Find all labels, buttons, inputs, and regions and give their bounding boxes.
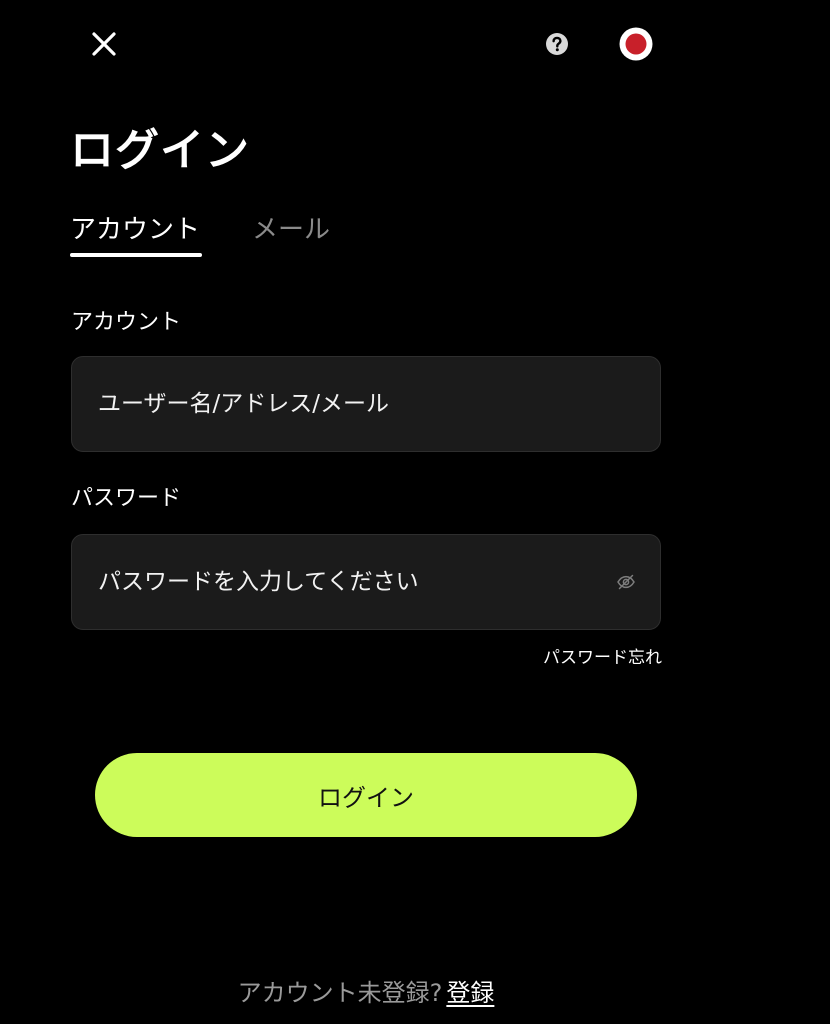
register-prompt-text: アカウント未登録?	[237, 979, 443, 1007]
login-button[interactable]: ログイン	[95, 753, 637, 837]
password-input[interactable]	[98, 535, 598, 629]
close-icon[interactable]	[86, 26, 122, 62]
register-link[interactable]: 登録	[446, 979, 494, 1007]
account-label: アカウント	[71, 310, 182, 335]
page-title: ログイン	[70, 125, 250, 176]
active-tab-indicator	[70, 253, 202, 257]
japan-flag-icon[interactable]	[619, 27, 653, 61]
password-input-container[interactable]	[71, 534, 661, 630]
password-label: パスワード	[71, 486, 182, 511]
tab-account[interactable]: アカウント	[70, 212, 200, 248]
account-input-container[interactable]	[71, 356, 661, 452]
tab-email[interactable]: メール	[252, 212, 330, 248]
eye-slash-icon[interactable]	[616, 572, 636, 592]
forgot-password-link[interactable]: パスワード忘れ	[543, 645, 662, 671]
account-input[interactable]	[98, 357, 598, 451]
register-prompt-row: アカウント未登録? 登録	[0, 976, 732, 1010]
question-circle-icon[interactable]	[545, 32, 569, 56]
